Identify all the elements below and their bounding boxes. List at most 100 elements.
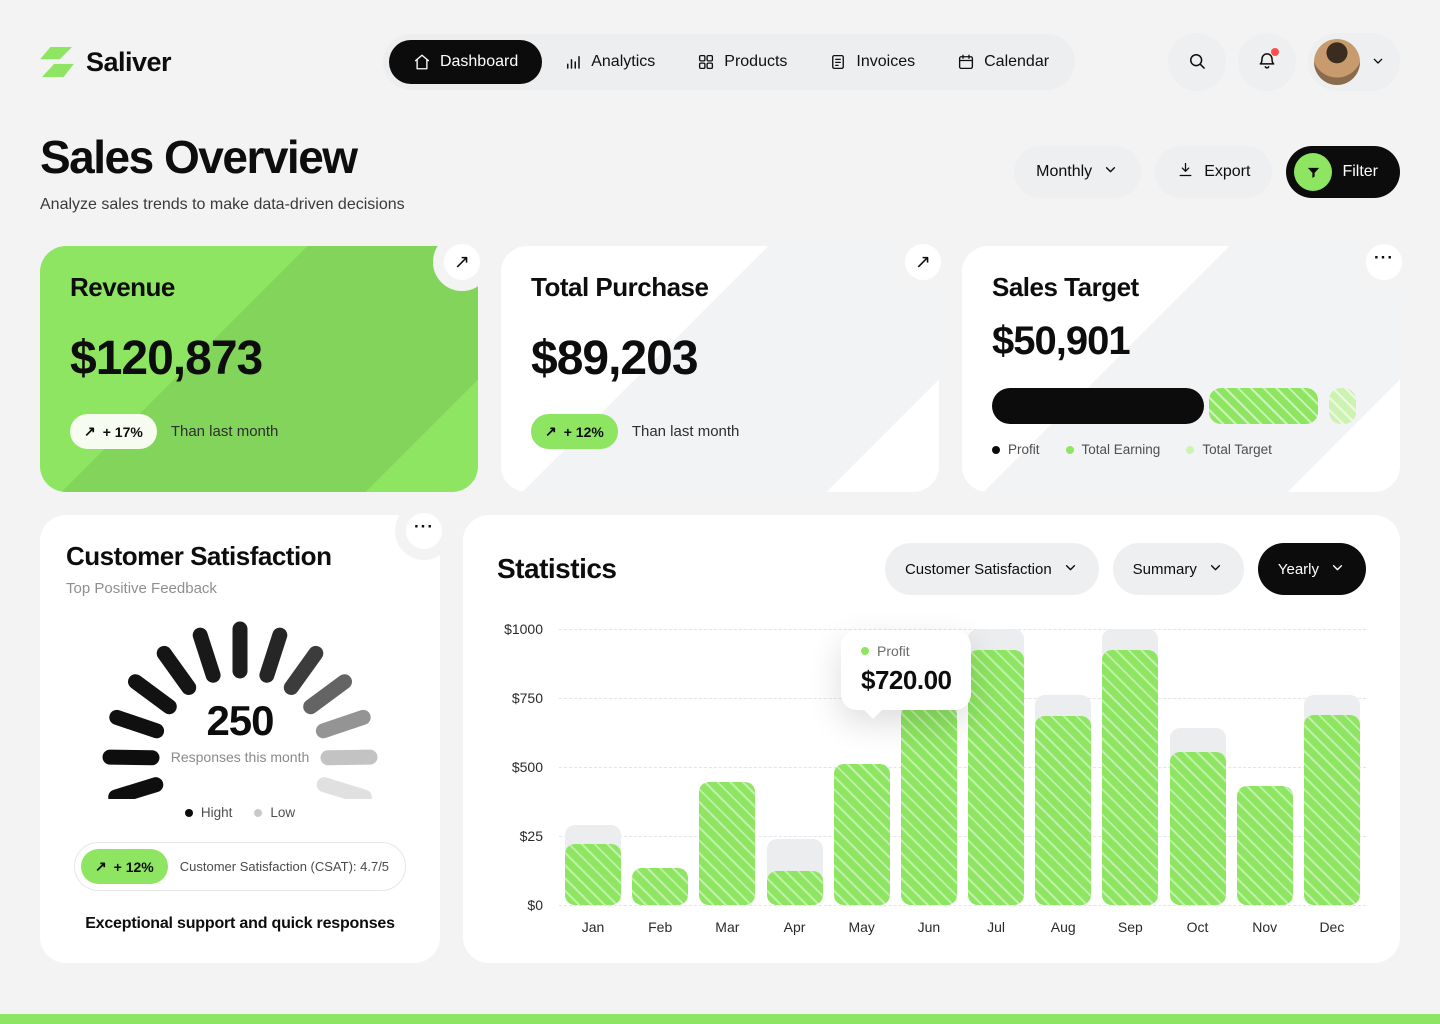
target-legend: ProfitTotal EarningTotal Target: [992, 442, 1370, 457]
topbar-actions: [1168, 33, 1400, 91]
arrow-up-right-icon: ↗: [95, 858, 107, 875]
bar-fill: [1170, 752, 1226, 905]
stats-filter-yearly[interactable]: Yearly: [1258, 543, 1366, 595]
satisfaction-gauge: 250 Responses this month: [90, 611, 390, 799]
statistics-title: Statistics: [497, 553, 617, 585]
purchase-value: $89,203: [531, 331, 909, 386]
bar-nov[interactable]: Nov: [1237, 629, 1293, 905]
total-purchase-card: ↗ Total Purchase $89,203 ↗ + 12% Than la…: [501, 246, 939, 492]
y-tick: $25: [520, 828, 543, 844]
x-tick: Dec: [1304, 919, 1360, 935]
purchase-title: Total Purchase: [531, 272, 909, 303]
revenue-value: $120,873: [70, 331, 448, 386]
y-tick: $0: [527, 897, 543, 913]
target-title: Sales Target: [992, 272, 1370, 303]
export-label: Export: [1204, 163, 1250, 181]
nav-label: Dashboard: [440, 53, 518, 71]
bar-fill: [699, 782, 755, 905]
user-menu[interactable]: [1308, 33, 1400, 91]
bar-fill: [968, 650, 1024, 905]
export-button[interactable]: Export: [1155, 146, 1272, 198]
bar-fill: [1237, 786, 1293, 905]
gridline: [559, 905, 1366, 906]
x-tick: Feb: [632, 919, 688, 935]
purchase-expand-button[interactable]: ↗: [894, 233, 952, 291]
nav-item-analytics[interactable]: Analytics: [544, 40, 675, 84]
tooltip-dot: [861, 647, 869, 655]
page-subtitle: Analyze sales trends to make data-driven…: [40, 196, 405, 214]
satisfaction-note: Exceptional support and quick responses: [85, 915, 395, 933]
chart-y-axis: $1000$750$500$25$0: [497, 629, 559, 905]
revenue-delta-badge: ↗ + 17%: [70, 414, 157, 449]
csat-delta-badge: ↗ + 12%: [81, 849, 168, 884]
arrow-up-right-icon: ↗: [84, 423, 96, 440]
nav-item-dashboard[interactable]: Dashboard: [389, 40, 542, 84]
nav-label: Invoices: [856, 53, 915, 71]
target-segment-total-target: [1329, 388, 1355, 424]
target-value: $50,901: [992, 319, 1370, 364]
chart-icon: [564, 53, 582, 71]
bar-dec[interactable]: Dec: [1304, 629, 1360, 905]
legend-dot: [1186, 446, 1194, 454]
stat-cards: ↗ Revenue $120,873 ↗ + 17% Than last mon…: [40, 246, 1400, 492]
bar-sep[interactable]: Sep: [1102, 629, 1158, 905]
page-title: Sales Overview: [40, 130, 405, 184]
revenue-expand-button[interactable]: ↗: [433, 233, 491, 291]
chart-tooltip: Profit $720.00: [841, 630, 971, 710]
bar-jan[interactable]: Jan: [565, 629, 621, 905]
x-tick: Sep: [1102, 919, 1158, 935]
chevron-down-icon: [1329, 559, 1346, 580]
bar-fill: [632, 868, 688, 905]
search-button[interactable]: [1168, 33, 1226, 91]
period-select[interactable]: Monthly: [1014, 146, 1141, 198]
search-icon: [1187, 51, 1207, 74]
stats-filter-customer-satisfaction[interactable]: Customer Satisfaction: [885, 543, 1099, 595]
filter-button[interactable]: Filter: [1286, 146, 1400, 198]
statistics-filters: Customer Satisfaction Summary Yearly: [885, 543, 1366, 595]
legend-item: Hight: [185, 805, 233, 820]
satisfaction-menu-button[interactable]: ···: [395, 502, 453, 560]
y-tick: $1000: [504, 621, 543, 637]
sales-target-card: ··· Sales Target $50,901 ProfitTotal Ear…: [962, 246, 1400, 492]
target-segment-total-earning: [1209, 388, 1319, 424]
calendar-icon: [957, 53, 975, 71]
satisfaction-title: Customer Satisfaction: [66, 541, 331, 572]
nav-label: Products: [724, 53, 787, 71]
x-tick: May: [834, 919, 890, 935]
y-tick: $750: [512, 690, 543, 706]
x-tick: Mar: [699, 919, 755, 935]
filter-label: Filter: [1342, 163, 1378, 181]
stats-filter-summary[interactable]: Summary: [1113, 543, 1244, 595]
notifications-button[interactable]: [1238, 33, 1296, 91]
satisfaction-legend: Hight Low: [185, 805, 295, 820]
bar-mar[interactable]: Mar: [699, 629, 755, 905]
period-value: Monthly: [1036, 163, 1092, 181]
bar-apr[interactable]: Apr: [767, 629, 823, 905]
nav-label: Calendar: [984, 53, 1049, 71]
nav-item-products[interactable]: Products: [677, 40, 807, 84]
invoice-icon: [829, 53, 847, 71]
bar-aug[interactable]: Aug: [1035, 629, 1091, 905]
bar-feb[interactable]: Feb: [632, 629, 688, 905]
x-tick: Oct: [1170, 919, 1226, 935]
main-nav: Dashboard Analytics Products Invoices Calend…: [383, 34, 1075, 90]
nav-item-calendar[interactable]: Calendar: [937, 40, 1069, 84]
revenue-title: Revenue: [70, 272, 448, 303]
nav-item-invoices[interactable]: Invoices: [809, 40, 935, 84]
legend-item: Total Earning: [1066, 442, 1161, 457]
target-segment-profit: [992, 388, 1204, 424]
tooltip-value: $720.00: [861, 665, 951, 696]
brand: Saliver: [40, 47, 290, 78]
legend-item: Profit: [992, 442, 1040, 457]
bottom-row: ··· Customer Satisfaction Top Positive F…: [40, 515, 1400, 963]
bar-oct[interactable]: Oct: [1170, 629, 1226, 905]
bar-jul[interactable]: Jul: [968, 629, 1024, 905]
legend-dot: [1066, 446, 1074, 454]
chevron-down-icon: [1062, 559, 1079, 580]
statistics-header: Statistics Customer Satisfaction Summary Y…: [497, 543, 1366, 595]
grid-icon: [697, 53, 715, 71]
legend-item: Low: [254, 805, 295, 820]
avatar: [1314, 39, 1360, 85]
target-menu-button[interactable]: ···: [1355, 233, 1413, 291]
csat-text: Customer Satisfaction (CSAT): 4.7/5: [180, 859, 389, 874]
